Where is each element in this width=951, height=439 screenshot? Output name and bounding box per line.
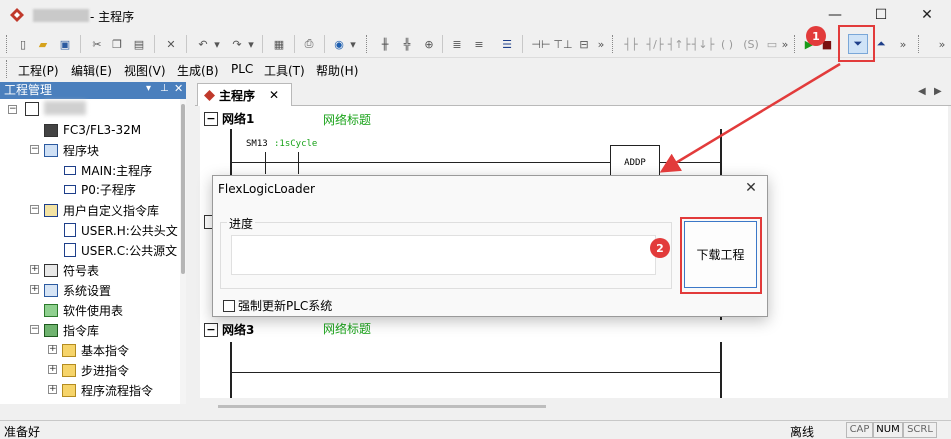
step-1-badge: 1	[806, 26, 826, 46]
download-button-highlight	[680, 217, 762, 294]
step-2-badge: 2	[650, 238, 670, 258]
download-icon-highlight	[838, 25, 875, 62]
annotation-arrow	[659, 62, 841, 173]
